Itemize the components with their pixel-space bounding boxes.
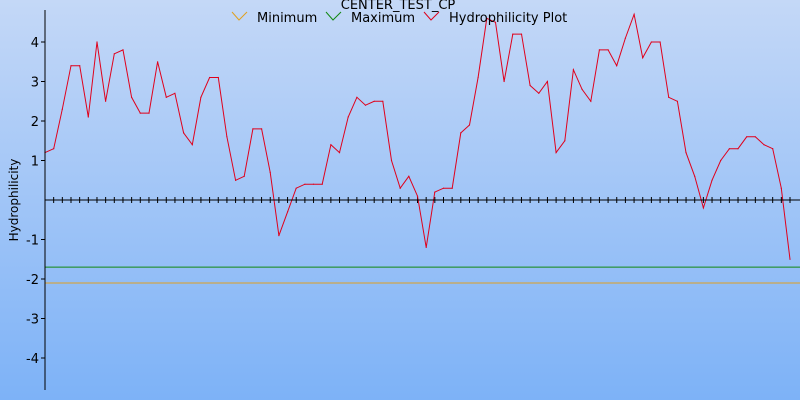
- y-tick-label: -1: [26, 234, 39, 249]
- data-point: [694, 175, 696, 177]
- y-tick-label: -4: [26, 352, 39, 367]
- legend-label: Hydrophilicity Plot: [449, 11, 567, 26]
- data-point: [347, 116, 349, 118]
- data-point: [174, 92, 176, 94]
- data-point: [338, 152, 341, 154]
- data-point: [61, 108, 63, 110]
- data-point: [312, 183, 315, 185]
- data-point: [122, 49, 124, 51]
- data-point: [261, 128, 263, 130]
- data-point: [581, 88, 583, 90]
- y-tick-label: 4: [31, 36, 39, 51]
- data-point: [711, 179, 713, 181]
- data-point: [572, 69, 575, 71]
- data-point: [477, 76, 479, 79]
- data-point: [685, 152, 687, 154]
- data-point: [79, 65, 81, 67]
- data-point: [200, 96, 202, 98]
- y-tick-label: -3: [26, 313, 39, 328]
- data-point: [53, 148, 55, 150]
- data-point: [399, 187, 401, 189]
- data-point: [642, 57, 644, 59]
- data-point: [330, 144, 332, 146]
- data-point: [278, 235, 280, 237]
- data-point: [503, 80, 505, 83]
- data-point: [598, 49, 601, 51]
- data-point: [737, 148, 739, 150]
- data-point: [763, 144, 765, 146]
- data-point: [668, 96, 670, 98]
- data-point: [217, 76, 219, 79]
- data-point: [546, 80, 549, 83]
- data-point: [209, 76, 211, 79]
- data-point: [295, 187, 297, 189]
- data-point: [442, 187, 445, 189]
- data-point: [564, 140, 566, 142]
- data-point: [624, 37, 627, 39]
- data-point: [650, 41, 653, 43]
- data-point: [191, 144, 193, 146]
- data-point: [772, 148, 774, 150]
- data-point: [165, 96, 167, 98]
- chart-container: CENTER_TEST_CP Hydrophilicity 4 3 2 1 -1 -2 -3…: [0, 0, 800, 400]
- data-point: [720, 159, 722, 162]
- data-point: [226, 136, 228, 138]
- data-point: [434, 191, 436, 193]
- data-point: [789, 258, 791, 260]
- data-point: [304, 183, 306, 185]
- data-point: [451, 187, 453, 189]
- data-point: [408, 175, 410, 177]
- legend-label: Minimum: [257, 11, 317, 26]
- data-point: [364, 104, 367, 106]
- data-point: [105, 100, 107, 102]
- data-point: [416, 195, 419, 197]
- data-point: [607, 49, 609, 51]
- data-point: [139, 112, 141, 114]
- hydrophilicity-chart: CENTER_TEST_CP Hydrophilicity 4321-1-2-3…: [0, 0, 800, 400]
- data-point: [113, 53, 115, 55]
- data-point: [87, 116, 89, 118]
- data-point: [520, 33, 523, 35]
- data-point: [157, 61, 159, 63]
- data-point: [373, 100, 375, 102]
- data-point: [252, 128, 254, 130]
- data-point: [356, 96, 358, 98]
- data-point: [148, 112, 150, 114]
- data-point: [468, 124, 471, 126]
- data-point: [659, 41, 661, 43]
- data-point: [780, 187, 782, 189]
- data-point: [538, 92, 540, 94]
- data-point: [183, 132, 185, 134]
- data-point: [590, 100, 592, 102]
- data-point: [702, 207, 705, 209]
- data-point: [746, 136, 748, 138]
- data-point: [96, 41, 98, 43]
- data-point: [512, 33, 514, 35]
- data-point: [529, 84, 531, 87]
- data-point: [616, 65, 618, 67]
- data-point: [287, 211, 289, 213]
- data-point: [131, 96, 133, 98]
- y-tick-label: 3: [31, 76, 39, 91]
- data-point: [425, 246, 427, 248]
- data-point: [390, 159, 393, 162]
- data-point: [460, 132, 462, 134]
- y-axis-label: Hydrophilicity: [7, 159, 21, 242]
- data-point: [754, 136, 756, 138]
- data-point: [235, 179, 237, 181]
- data-point: [676, 100, 679, 102]
- data-point: [728, 148, 731, 150]
- data-point: [243, 175, 245, 177]
- data-point: [555, 152, 557, 154]
- data-point: [321, 183, 323, 185]
- data-point: [382, 100, 384, 102]
- data-point: [70, 65, 72, 67]
- y-tick-label: -2: [26, 273, 39, 288]
- y-tick-label: 1: [31, 155, 39, 170]
- data-point: [269, 171, 271, 173]
- data-point: [633, 13, 635, 15]
- legend-label: Maximum: [351, 11, 415, 26]
- y-tick-label: 2: [31, 115, 39, 130]
- legend: Minimum Maximum Hydrophilicity Plot: [231, 11, 567, 26]
